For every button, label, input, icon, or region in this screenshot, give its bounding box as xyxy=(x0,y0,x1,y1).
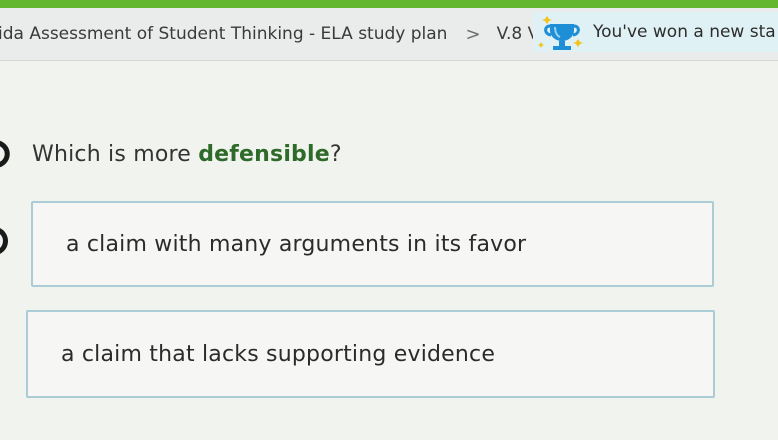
speaker-icon[interactable] xyxy=(0,226,11,256)
trophy-icon xyxy=(533,12,589,52)
breadcrumb-study-plan[interactable]: ida Assessment of Student Thinking - ELA… xyxy=(0,24,447,44)
question-text: Which is more defensible? xyxy=(32,142,342,167)
question-emphasis: defensible xyxy=(198,141,330,167)
answer-choice-label: a claim that lacks supporting evidence xyxy=(61,341,496,367)
answer-choice[interactable]: a claim with many arguments in its favor xyxy=(31,201,714,287)
award-notification[interactable]: You've won a new sta xyxy=(533,12,778,52)
question-row: Which is more defensible? xyxy=(0,132,342,176)
answer-choice[interactable]: a claim that lacks supporting evidence xyxy=(26,310,715,398)
speaker-icon[interactable] xyxy=(0,139,14,169)
chevron-right-icon: > xyxy=(465,23,481,45)
header-bar: ida Assessment of Student Thinking - ELA… xyxy=(0,8,778,61)
answer-choice-label: a claim with many arguments in its favor xyxy=(66,231,527,257)
question-prefix: Which is more xyxy=(32,141,199,167)
award-message: You've won a new sta xyxy=(593,22,776,42)
top-accent-bar xyxy=(0,0,778,8)
question-suffix: ? xyxy=(329,141,342,167)
